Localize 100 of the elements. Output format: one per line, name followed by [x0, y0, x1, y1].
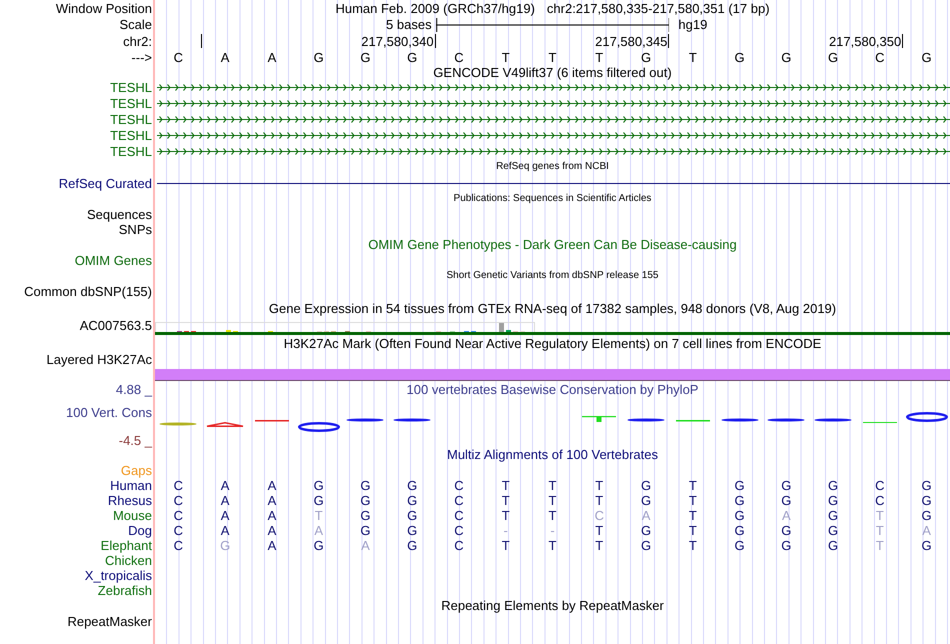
aligned-base: C: [174, 492, 184, 508]
axis-max-label: 4.88 _: [116, 382, 152, 397]
aligned-base: G: [407, 522, 418, 538]
aligned-base: G: [922, 478, 932, 493]
track-label[interactable]: RefSeq Curated: [58, 176, 152, 191]
aligned-base: G: [407, 508, 418, 523]
aligned-base: T: [548, 492, 556, 508]
base-letter: T: [548, 50, 556, 64]
aligned-base: A: [220, 522, 230, 538]
species-label: Rhesus: [108, 492, 152, 508]
aligned-base: G: [640, 522, 652, 538]
aligned-base: G: [314, 492, 324, 508]
aligned-base: T: [595, 538, 604, 553]
track-label[interactable]: RepeatMasker: [67, 614, 152, 629]
aligned-base: G: [781, 522, 792, 538]
aligned-base: A: [642, 508, 650, 523]
gene-label[interactable]: TESHL: [110, 144, 152, 159]
transcript-line[interactable]: [155, 114, 950, 124]
ruler-tick: [434, 34, 436, 48]
coordinate-label: 217,580,340: [361, 34, 434, 48]
ruler-label: chr2:: [123, 34, 152, 48]
transcript-line[interactable]: [155, 130, 950, 140]
transcript-line[interactable]: [155, 83, 950, 92]
aligned-base: A: [268, 492, 276, 508]
base-letter: A: [268, 50, 276, 64]
aligned-base: C: [454, 508, 464, 523]
coordinate-label: 217,580,350: [828, 34, 902, 48]
aligned-base: G: [314, 538, 324, 553]
aligned-base: -: [504, 522, 508, 538]
expression-bar: [499, 322, 504, 333]
track-title: 100 vertebrates Basewise Conservation by PhyloP: [406, 382, 698, 397]
gene-label[interactable]: TESHL: [110, 112, 152, 127]
aligned-base: C: [174, 538, 184, 553]
track-label[interactable]: SNPs: [118, 222, 152, 237]
species-label: Dog: [128, 522, 152, 538]
aligned-base: G: [781, 478, 792, 493]
gene-label[interactable]: TESHL: [110, 128, 152, 143]
track-label[interactable]: 100 Vert. Cons: [66, 404, 152, 420]
aligned-base: G: [734, 538, 745, 553]
position-text: chr2:217,580,335-217,580,351 (17 bp): [546, 0, 770, 16]
conservation-mark: [627, 418, 666, 422]
aligned-base: G: [828, 522, 838, 538]
track-label[interactable]: Layered H3K27Ac: [46, 352, 152, 367]
aligned-base: G: [734, 492, 745, 508]
aligned-base: C: [174, 522, 184, 538]
aligned-base: T: [314, 508, 323, 523]
aligned-base: T: [548, 478, 556, 493]
aligned-base: T: [688, 508, 697, 523]
conservation-mark: [862, 422, 897, 424]
gene-label[interactable]: TESHL: [110, 96, 152, 112]
ruler-tick: [902, 34, 904, 48]
species-label: Zebrafish: [98, 582, 152, 598]
axis-min-label: -4.5 _: [118, 432, 152, 448]
gene-label[interactable]: TESHL: [110, 80, 152, 96]
aligned-base: C: [454, 478, 464, 493]
aligned-base: T: [595, 492, 604, 508]
track-title: H3K27Ac Mark (Often Found Near Active Regulatory Elements) on 7 cell lines from ENCODE: [284, 336, 822, 351]
track-label[interactable]: Common dbSNP(155): [24, 284, 152, 299]
aligned-base: A: [268, 478, 276, 493]
track-label[interactable]: OMIM Genes: [74, 252, 152, 268]
gene-body-line[interactable]: [155, 332, 950, 335]
gene-line[interactable]: [157, 182, 950, 184]
ruler-label: Window Position: [56, 0, 152, 16]
aligned-base: C: [454, 522, 464, 538]
aligned-base: C: [594, 508, 604, 523]
base-letter: C: [454, 50, 464, 64]
aligned-base: G: [640, 538, 652, 553]
aligned-base: G: [220, 538, 230, 553]
aligned-base: T: [502, 538, 510, 553]
aligned-base: T: [688, 492, 697, 508]
track-label[interactable]: AC007563.5: [80, 318, 152, 333]
aligned-base: G: [407, 478, 418, 493]
species-label: Elephant: [100, 538, 152, 553]
aligned-base: G: [407, 538, 418, 553]
base-letter: G: [734, 50, 745, 64]
aligned-base: T: [548, 508, 556, 523]
species-label: Gaps: [120, 462, 152, 478]
conservation-mark: [393, 418, 432, 422]
assembly-title: Human Feb. 2009 (GRCh37/hg19): [335, 0, 535, 16]
aligned-base: C: [174, 478, 184, 493]
base-letter: T: [595, 50, 604, 64]
track-title: Multiz Alignments of 100 Vertebrates: [446, 447, 658, 462]
transcript-line[interactable]: [155, 146, 950, 156]
aligned-base: G: [734, 522, 745, 538]
aligned-base: T: [876, 538, 884, 553]
conservation-mark: [346, 418, 384, 422]
conservation-mark: [720, 418, 759, 422]
aligned-base: A: [220, 478, 230, 493]
base-letter: T: [688, 50, 697, 64]
aligned-base: G: [314, 478, 324, 493]
species-label: X_tropicalis: [84, 568, 152, 583]
aligned-base: G: [360, 492, 370, 508]
transcript-line[interactable]: [155, 99, 950, 108]
conservation-mark: [767, 418, 806, 422]
aligned-base: A: [361, 538, 370, 553]
strand-label: --->: [131, 50, 152, 64]
base-letter: G: [640, 50, 652, 64]
scale-text: 5 bases: [386, 17, 432, 32]
track-label[interactable]: Sequences: [86, 206, 152, 222]
aligned-base: G: [640, 492, 652, 508]
